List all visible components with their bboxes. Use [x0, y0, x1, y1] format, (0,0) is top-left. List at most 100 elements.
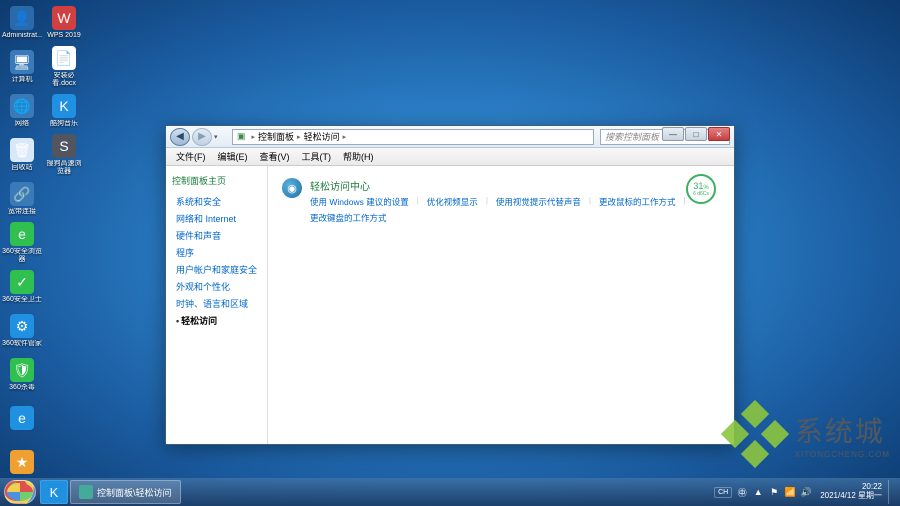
- desktop-icon[interactable]: 📄 安装必看.docx: [44, 46, 84, 88]
- network-icon[interactable]: 📶: [784, 486, 796, 498]
- sidebar-item[interactable]: 网络和 Internet: [176, 212, 261, 225]
- icon-label: 360软件管家: [2, 340, 42, 348]
- app-icon: 🗑: [10, 138, 34, 162]
- watermark-url: XITONGCHENG.COM: [795, 450, 890, 459]
- app-icon: W: [52, 6, 76, 30]
- taskbar-item-label: 控制面板\轻松访问: [97, 486, 172, 499]
- sidebar-item[interactable]: 硬件和声音: [176, 229, 261, 242]
- icon-label: 360杀毒: [9, 384, 35, 392]
- sidebar-header[interactable]: 控制面板主页: [172, 174, 261, 187]
- taskbar-item-icon: [79, 485, 93, 499]
- sidebar: 控制面板主页 系统和安全网络和 Internet 硬件和声音程序用户帐户和家庭安全…: [166, 166, 268, 444]
- nav-back-button[interactable]: ◀: [170, 128, 190, 146]
- desktop-icon[interactable]: 🖥计算机: [2, 46, 42, 88]
- start-button[interactable]: [4, 480, 36, 504]
- link-divider: |: [684, 196, 686, 208]
- watermark-text: 系统城: [795, 410, 890, 450]
- volume-icon[interactable]: 🔊: [800, 486, 812, 498]
- search-placeholder: 搜索控制面板: [605, 130, 659, 143]
- content-link[interactable]: 更改鼠标的工作方式: [599, 196, 676, 208]
- sidebar-item[interactable]: •轻松访问: [176, 314, 261, 327]
- folder-icon: ▣: [237, 131, 246, 142]
- desktop-icon[interactable]: K 酷狗音乐: [44, 90, 84, 132]
- icon-label: 安装必看.docx: [44, 72, 84, 87]
- sidebar-item[interactable]: 程序: [176, 246, 261, 259]
- nav-history-dropdown[interactable]: ▾: [214, 133, 226, 141]
- icon-label: 搜狗高速浏览器: [44, 160, 84, 175]
- icon-label: 酷狗音乐: [50, 120, 78, 128]
- sidebar-item[interactable]: 外观和个性化: [176, 280, 261, 293]
- desktop-icon[interactable]: e: [2, 398, 42, 440]
- menu-item[interactable]: 帮助(H): [337, 148, 380, 165]
- desktop-icon[interactable]: 🔗 宽带连接: [2, 178, 42, 220]
- menu-item[interactable]: 编辑(E): [212, 148, 254, 165]
- app-icon: ⚙: [10, 314, 34, 338]
- nav-forward-button[interactable]: ▶: [192, 128, 212, 146]
- app-icon: ✓: [10, 270, 34, 294]
- app-icon: 🛡: [10, 358, 34, 382]
- close-button[interactable]: ✕: [708, 127, 730, 141]
- clock[interactable]: 20:22 2021/4/12 星期一: [820, 483, 882, 501]
- tray-icon[interactable]: ▲: [752, 486, 764, 498]
- icon-label: 360安全浏览器: [2, 248, 42, 263]
- language-indicator[interactable]: CH: [714, 487, 732, 498]
- icon-label: 计算机: [12, 76, 33, 84]
- icon-label: WPS 2019: [47, 32, 80, 40]
- sidebar-item[interactable]: 系统和安全: [176, 195, 261, 208]
- content-link[interactable]: 更改键盘的工作方式: [310, 212, 387, 224]
- desktop-icon[interactable]: W WPS 2019: [44, 2, 84, 44]
- desktop-icon[interactable]: e 360安全浏览器: [2, 222, 42, 264]
- percentage-badge: 31% 6 d6Cs: [686, 174, 716, 204]
- taskbar: K 控制面板\轻松访问 CH ㊥ ▲ ⚑ 📶 🔊 20:22 2021/4/12…: [0, 478, 900, 506]
- content-link[interactable]: 优化视频显示: [427, 196, 478, 208]
- desktop-icon[interactable]: ✓ 360安全卫士: [2, 266, 42, 308]
- menubar: 文件(F)编辑(E)查看(V)工具(T)帮助(H): [166, 148, 734, 166]
- link-divider: |: [486, 196, 488, 208]
- watermark: 系统城 XITONGCHENG.COM: [723, 402, 890, 466]
- minimize-button[interactable]: —: [662, 127, 684, 141]
- desktop-icon[interactable]: S 搜狗高速浏览器: [44, 134, 84, 176]
- menu-item[interactable]: 文件(F): [170, 148, 212, 165]
- sidebar-item[interactable]: 时钟、语言和区域: [176, 297, 261, 310]
- desktop-icon[interactable]: ⚙ 360软件管家: [2, 310, 42, 352]
- link-divider: |: [589, 196, 591, 208]
- icon-label: 回收站: [12, 164, 33, 172]
- taskbar-item-control-panel[interactable]: 控制面板\轻松访问: [70, 480, 181, 504]
- maximize-button[interactable]: □: [685, 127, 707, 141]
- system-tray: CH ㊥ ▲ ⚑ 📶 🔊 20:22 2021/4/12 星期一: [714, 480, 896, 504]
- ime-icon[interactable]: ㊥: [736, 486, 748, 498]
- icon-label: 网络: [15, 120, 29, 128]
- desktop-icon[interactable]: 👤Administrat...: [2, 2, 42, 44]
- flag-icon[interactable]: ⚑: [768, 486, 780, 498]
- desktop-icon[interactable]: 🗑 回收站: [2, 134, 42, 176]
- app-icon: K: [52, 94, 76, 118]
- desktop-icon[interactable]: 🛡 360杀毒: [2, 354, 42, 396]
- menu-item[interactable]: 工具(T): [296, 148, 338, 165]
- app-icon: 👤: [10, 6, 34, 30]
- sidebar-item[interactable]: 用户帐户和家庭安全: [176, 263, 261, 276]
- control-panel-window: — □ ✕ ◀ ▶ ▾ ▣ ▸ 控制面板 ▸ 轻松访问 ▸ 搜索控制面板 🔍 文…: [165, 125, 735, 445]
- content-link[interactable]: 使用视觉提示代替声音: [496, 196, 581, 208]
- icon-label: 360安全卫士: [2, 296, 42, 304]
- ease-of-access-icon: ◉: [282, 178, 302, 198]
- window-controls: — □ ✕: [662, 127, 730, 141]
- desktop-icon[interactable]: 🌐 网络: [2, 90, 42, 132]
- app-icon: 🔗: [10, 182, 34, 206]
- breadcrumb-root[interactable]: 控制面板: [258, 130, 294, 143]
- app-icon: 📄: [52, 46, 76, 70]
- show-desktop-button[interactable]: [888, 480, 896, 504]
- section-title[interactable]: 轻松访问中心: [310, 178, 720, 193]
- menu-item[interactable]: 查看(V): [254, 148, 296, 165]
- icon-label: 宽带连接: [8, 208, 36, 216]
- app-icon: S: [52, 134, 76, 158]
- pinned-kugou[interactable]: K: [40, 480, 68, 504]
- content-area: 31% 6 d6Cs ◉ 轻松访问中心 使用 Windows 建议的设置 | 优化视…: [268, 166, 734, 444]
- app-icon: e: [10, 222, 34, 246]
- titlebar: ◀ ▶ ▾ ▣ ▸ 控制面板 ▸ 轻松访问 ▸ 搜索控制面板 🔍: [166, 126, 734, 148]
- content-link[interactable]: 使用 Windows 建议的设置: [310, 196, 409, 208]
- app-icon: ★: [10, 450, 34, 474]
- address-bar[interactable]: ▣ ▸ 控制面板 ▸ 轻松访问 ▸: [232, 129, 594, 145]
- app-icon: 🌐: [10, 94, 34, 118]
- breadcrumb-current[interactable]: 轻松访问: [304, 130, 340, 143]
- link-divider: |: [417, 196, 419, 208]
